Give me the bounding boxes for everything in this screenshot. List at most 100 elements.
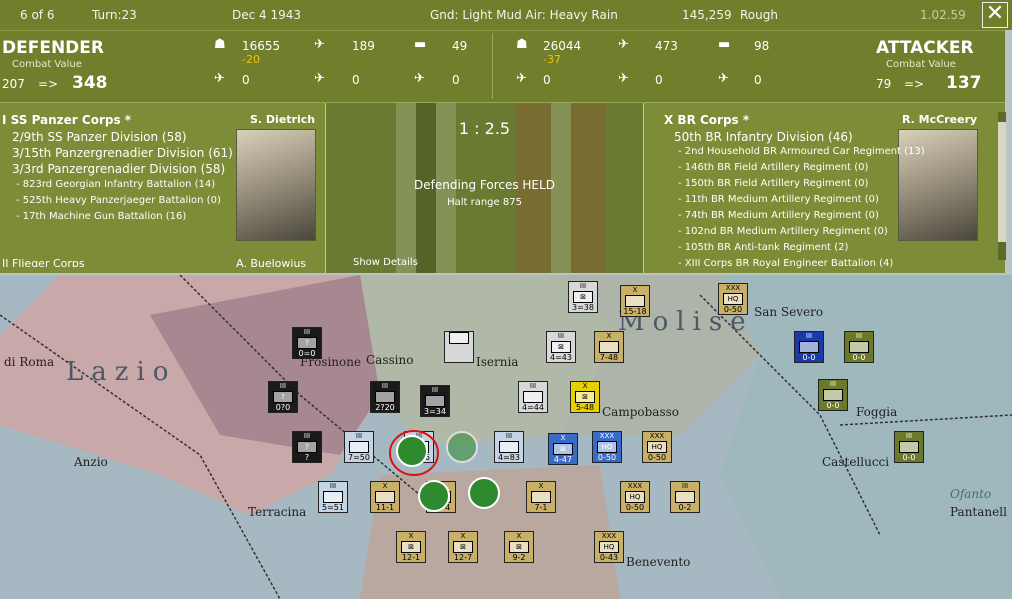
unit-counter[interactable]: III? 0?0: [268, 381, 298, 413]
unit-counter[interactable]: X ⊠ 4-47: [548, 433, 578, 465]
unit-type-icon: HQ: [625, 491, 645, 503]
unit-counter[interactable]: III 5=51: [318, 481, 348, 513]
attacker-panel-scrollbar[interactable]: [998, 112, 1006, 260]
attacker-cv-end: 137: [946, 73, 982, 93]
attacker-subunit-row[interactable]: - 146th BR Field Artillery Regiment (0): [678, 162, 868, 173]
tank-icon: ▬: [718, 37, 731, 52]
unit-size-label: XXX: [599, 432, 615, 440]
unit-type-icon: [823, 389, 843, 401]
unit-counter[interactable]: XXX HQ 0-50: [620, 481, 650, 513]
city-label: Pantanell: [950, 505, 1007, 519]
unit-strength-label: 0-50: [597, 453, 617, 462]
close-button[interactable]: ✕: [982, 2, 1008, 28]
unit-counter[interactable]: X 7-1: [526, 481, 556, 513]
unit-counter[interactable]: X ⊠ 9-2: [504, 531, 534, 563]
unit-counter[interactable]: III 3=34: [420, 385, 450, 417]
city-label: Cassino: [366, 353, 414, 367]
attacker-subunit-row[interactable]: - 105th BR Anti-tank Regiment (2): [678, 242, 848, 253]
defender-arrow: =>: [38, 77, 59, 91]
unit-counter[interactable]: X 7-48: [594, 331, 624, 363]
location-label: 145,259: [682, 8, 732, 22]
unit-counter[interactable]: XXX HQ 0-43: [594, 531, 624, 563]
unit-counter[interactable]: III 0-0: [794, 331, 824, 363]
city-label: Terracina: [248, 505, 307, 519]
unit-strength-label: 4=83: [498, 453, 520, 462]
unit-counter[interactable]: III 4=44: [518, 381, 548, 413]
unit-size-label: XXX: [601, 532, 617, 540]
attacker-cv-start: 79: [876, 77, 892, 91]
unit-strength-label: 0-0: [902, 453, 916, 462]
defender-fighters: 0: [242, 73, 250, 87]
defender-men-loss: -20: [242, 53, 260, 66]
unit-type-icon: [375, 491, 395, 503]
attacker-division-row[interactable]: 50th BR Infantry Division (46): [674, 130, 853, 144]
unit-counter[interactable]: XXX HQ 0-50: [592, 431, 622, 463]
unit-strength-label: 2?20: [375, 403, 395, 412]
unit-counter[interactable]: III ⊠ 3=38: [568, 281, 598, 313]
attacker-label: ATTACKER: [876, 38, 974, 58]
defender-next-commander: A. Buelowius: [236, 257, 307, 267]
unit-counter[interactable]: X 15-18: [620, 285, 650, 317]
tank-marker-icon[interactable]: [418, 480, 450, 512]
unit-counter[interactable]: III 0-0: [844, 331, 874, 363]
unit-counter[interactable]: X ⊠ 12-7: [448, 531, 478, 563]
unit-strength-label: 4=43: [550, 353, 572, 362]
attacker-subunit-row[interactable]: - 102nd BR Medium Artillery Regiment (0): [678, 226, 888, 237]
attacker-subunit-row[interactable]: - 11th BR Medium Artillery Regiment (0): [678, 194, 879, 205]
unit-counter[interactable]: III? 0=0: [292, 327, 322, 359]
unit-counter[interactable]: III 7=50: [344, 431, 374, 463]
unit-type-icon: [531, 491, 551, 503]
game-map[interactable]: Lazio Molise di Roma Frosinone Cassino I…: [0, 275, 1012, 599]
show-details-button[interactable]: Show Details: [353, 257, 418, 268]
tank-marker-icon[interactable]: [446, 431, 478, 463]
unit-strength-label: 11-1: [375, 503, 395, 512]
stats-divider: [492, 33, 493, 99]
defender-unit-row[interactable]: 3/15th Panzergrenadier Division (61): [12, 146, 233, 160]
scrollbar-thumb[interactable]: [998, 122, 1006, 242]
unit-type-icon: [625, 295, 645, 307]
top-info-bar: 6 of 6 Turn:23 Dec 4 1943 Gnd: Light Mud…: [0, 0, 1012, 30]
defender-commander-portrait: [236, 129, 316, 241]
attacker-subunit-row[interactable]: - XIII Corps BR Royal Engineer Battalion…: [678, 258, 893, 268]
unit-size-label: III: [381, 382, 389, 390]
unit-counter[interactable]: XXX HQ 0-50: [642, 431, 672, 463]
river-label: Ofanto: [950, 487, 992, 501]
unit-counter[interactable]: X 11-1: [370, 481, 400, 513]
defender-subunit-row[interactable]: - 525th Heavy Panzerjaeger Battalion (0): [16, 195, 221, 206]
unit-counter[interactable]: III ⊠ 4=43: [546, 331, 576, 363]
tank-marker-icon[interactable]: [468, 477, 500, 509]
city-label: Anzio: [74, 455, 108, 469]
defender-unit-row[interactable]: 3/3rd Panzergrenadier Division (58): [12, 162, 225, 176]
defender-subunit-row[interactable]: - 823rd Georgian Infantry Battalion (14): [16, 179, 215, 190]
unit-counter[interactable]: III 0-0: [818, 379, 848, 411]
unit-size-label: III: [829, 380, 837, 388]
unit-strength-label: 0-50: [723, 305, 743, 314]
unit-counter[interactable]: X ⊠ 12-1: [396, 531, 426, 563]
attacker-subunit-row[interactable]: - 2nd Household BR Armoured Car Regiment…: [678, 146, 925, 157]
unit-counter[interactable]: III 2?20: [370, 381, 400, 413]
date-label: Dec 4 1943: [232, 8, 302, 22]
unit-counter[interactable]: III??: [292, 431, 322, 463]
unit-counter[interactable]: [444, 331, 474, 363]
transport-icon: ✈: [718, 71, 729, 86]
unit-counter[interactable]: III 0-2: [670, 481, 700, 513]
unit-counter[interactable]: III 4=83: [494, 431, 524, 463]
unit-strength-label: 0-43: [599, 553, 619, 562]
unit-counter[interactable]: XXX HQ 0-50: [718, 283, 748, 315]
unit-counter[interactable]: III 0-0: [894, 431, 924, 463]
attacker-subunit-row[interactable]: - 74th BR Medium Artillery Regiment (0): [678, 210, 879, 221]
unit-strength-label: 12-7: [453, 553, 473, 562]
selection-circle-icon: [389, 430, 439, 476]
unit-size-label: X: [460, 532, 466, 540]
attacker-tanks: 98: [754, 39, 770, 53]
defender-unit-row[interactable]: 2/9th SS Panzer Division (58): [12, 130, 187, 144]
defender-subunit-row[interactable]: - 17th Machine Gun Battalion (16): [16, 211, 186, 222]
attacker-corps-name[interactable]: X BR Corps *: [664, 113, 749, 127]
city-label: San Severo: [754, 305, 824, 319]
attacker-subunit-row[interactable]: - 150th BR Field Artillery Regiment (0): [678, 178, 868, 189]
defender-next-corps[interactable]: II Flieger Corps: [2, 257, 85, 267]
unit-counter[interactable]: X ⊠ 5-48: [570, 381, 600, 413]
unit-type-icon: [675, 491, 695, 503]
defender-corps-name[interactable]: I SS Panzer Corps *: [2, 113, 131, 127]
combat-odds: 1 : 2.5: [458, 119, 511, 138]
